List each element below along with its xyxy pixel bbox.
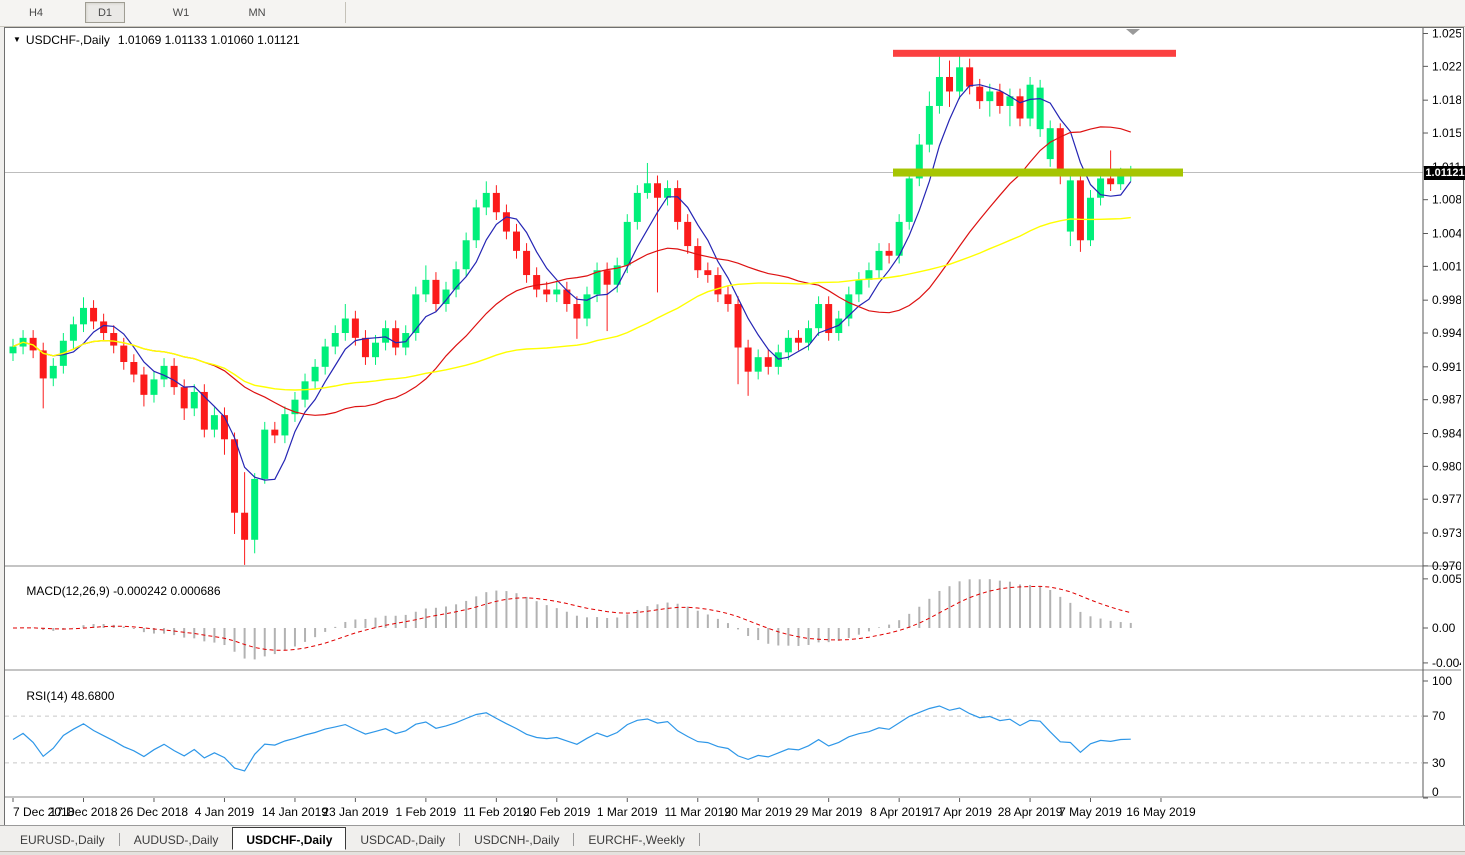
candles-layer — [9, 50, 1135, 565]
status-strip — [0, 851, 1465, 855]
svg-text:1.01870: 1.01870 — [1432, 93, 1461, 107]
svg-text:0.97740: 0.97740 — [1432, 492, 1461, 506]
tab-audusd-daily[interactable]: AUDUSD-,Daily — [120, 829, 233, 850]
svg-text:1.00840: 1.00840 — [1432, 193, 1461, 207]
timeframe-button-d1[interactable]: D1 — [85, 2, 125, 23]
svg-text:1.02560: 1.02560 — [1432, 28, 1461, 41]
svg-text:70: 70 — [1432, 709, 1446, 723]
svg-text:20 Feb 2019: 20 Feb 2019 — [523, 805, 591, 819]
tab-usdcnh-daily[interactable]: USDCNH-,Daily — [460, 829, 573, 850]
svg-text:17 Dec 2018: 17 Dec 2018 — [49, 805, 117, 819]
svg-text:8 Apr 2019: 8 Apr 2019 — [870, 805, 928, 819]
svg-text:0.00: 0.00 — [1432, 621, 1456, 635]
tab-usdchf-daily[interactable]: USDCHF-,Daily — [232, 827, 347, 850]
svg-text:0.98080: 0.98080 — [1432, 459, 1461, 473]
svg-text:0.99800: 0.99800 — [1432, 293, 1461, 307]
svg-text:23 Jan 2019: 23 Jan 2019 — [322, 805, 388, 819]
svg-text:17 Apr 2019: 17 Apr 2019 — [927, 805, 992, 819]
svg-text:11 Feb 2019: 11 Feb 2019 — [463, 805, 530, 819]
svg-text:0.97390: 0.97390 — [1432, 526, 1461, 540]
chart-dropdown-icon[interactable]: ▼ — [13, 35, 21, 44]
svg-text:26 Dec 2018: 26 Dec 2018 — [120, 805, 188, 819]
svg-text:28 Apr 2019: 28 Apr 2019 — [998, 805, 1063, 819]
date-axis: 7 Dec 201817 Dec 2018 26 Dec 2018 4 Jan 20… — [12, 798, 1196, 819]
rsi-indicator-label: RSI(14) 48.6800 — [26, 689, 115, 703]
svg-text:29 Mar 2019: 29 Mar 2019 — [795, 805, 863, 819]
timeframe-toolbar: H4 D1 W1 MN — [0, 0, 1465, 27]
svg-text:0.97050: 0.97050 — [1432, 559, 1461, 573]
tab-usdcad-daily[interactable]: USDCAD-,Daily — [346, 829, 459, 850]
svg-text:20 Mar 2019: 20 Mar 2019 — [724, 805, 792, 819]
ma-slow-layer — [12, 216, 1131, 391]
svg-text:0.99110: 0.99110 — [1432, 360, 1461, 374]
svg-text:11 Mar 2019: 11 Mar 2019 — [665, 805, 732, 819]
resistance-line — [893, 49, 1176, 57]
tab-eurusd-daily[interactable]: EURUSD-,Daily — [6, 829, 119, 850]
ma-fast-layer — [12, 84, 1132, 481]
svg-text:1.00490: 1.00490 — [1432, 227, 1461, 241]
svg-text:0: 0 — [1432, 785, 1439, 799]
svg-text:0.99460: 0.99460 — [1432, 326, 1461, 340]
timeframe-button-w1[interactable]: W1 — [161, 2, 201, 23]
rsi-line — [12, 705, 1131, 772]
tab-eurchf-weekly[interactable]: EURCHF-,Weekly — [574, 829, 698, 850]
svg-text:1.01530: 1.01530 — [1432, 126, 1461, 140]
svg-text:16 May 2019: 16 May 2019 — [1126, 805, 1196, 819]
svg-text:-0.004243: -0.004243 — [1432, 656, 1461, 670]
svg-text:0.00597: 0.00597 — [1432, 572, 1461, 586]
current-price-tag: 1.01121 — [1424, 166, 1465, 180]
chart-ohlc-values: 1.01069 1.01133 1.01060 1.01121 — [117, 33, 300, 47]
macd-pane: 0.00597 0.00 -0.004243 — [12, 572, 1461, 670]
svg-text:1 Mar 2019: 1 Mar 2019 — [597, 805, 658, 819]
chart-symbol-label: USDCHF-,Daily — [25, 33, 110, 47]
support-line — [893, 168, 1183, 177]
svg-text:100: 100 — [1432, 674, 1452, 688]
svg-text:1 Feb 2019: 1 Feb 2019 — [396, 805, 457, 819]
svg-text:0.98420: 0.98420 — [1432, 427, 1461, 441]
toolbar-separator — [345, 2, 346, 23]
timeframe-button-mn[interactable]: MN — [237, 2, 277, 23]
svg-text:1.02220: 1.02220 — [1432, 59, 1461, 73]
chart-title: ▼ USDCHF-,Daily 1.01069 1.01133 1.01060 1.… — [13, 33, 300, 47]
macd-indicator-label: MACD(12,26,9) -0.000242 0.000686 — [26, 584, 221, 598]
chart-canvas[interactable]: 1.025601.022201.018701.015301.011801.008… — [5, 28, 1461, 823]
svg-text:14 Jan 2019: 14 Jan 2019 — [262, 805, 328, 819]
chart-window: 1.025601.022201.018701.015301.011801.008… — [4, 27, 1465, 826]
ma-slow — [12, 216, 1131, 391]
rsi-pane: 100 70 30 0 — [5, 674, 1452, 799]
shift-marker — [1126, 29, 1140, 35]
shift-marker-icon — [1126, 29, 1140, 35]
timeframe-button-h4[interactable]: H4 — [16, 2, 56, 23]
tab-separator — [698, 833, 700, 846]
svg-text:30: 30 — [1432, 756, 1446, 770]
svg-text:4 Jan 2019: 4 Jan 2019 — [195, 805, 255, 819]
svg-text:7 May 2019: 7 May 2019 — [1059, 805, 1122, 819]
svg-text:1.00150: 1.00150 — [1432, 259, 1461, 273]
svg-text:0.98770: 0.98770 — [1432, 393, 1461, 407]
ma-fast — [12, 84, 1132, 481]
